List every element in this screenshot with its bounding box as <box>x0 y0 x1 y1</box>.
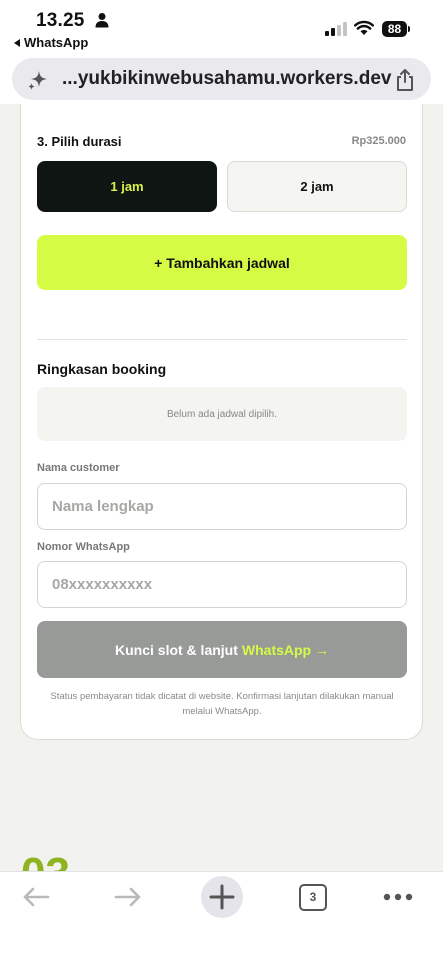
submit-accent-label: WhatsApp → <box>241 641 329 658</box>
back-to-app-link[interactable]: WhatsApp <box>14 35 88 50</box>
plus-icon <box>209 884 235 910</box>
summary-title: Ringkasan booking <box>37 361 167 377</box>
forward-arrow-icon[interactable] <box>114 886 142 908</box>
duration-1-jam-button[interactable]: 1 jam <box>37 161 217 212</box>
next-section-number: 03 <box>21 852 70 872</box>
submit-label: Kunci slot & lanjut <box>115 641 238 658</box>
new-tab-button[interactable] <box>201 876 243 918</box>
add-schedule-button[interactable]: + Tambahkan jadwal <box>37 235 407 290</box>
lock-slot-whatsapp-button[interactable]: Kunci slot & lanjut WhatsApp → <box>37 621 407 678</box>
duration-2-jam-button[interactable]: 2 jam <box>227 161 407 212</box>
whatsapp-input[interactable] <box>37 561 407 608</box>
person-icon <box>95 13 109 28</box>
battery-icon: 88 <box>382 21 410 37</box>
name-field-label: Nama customer <box>37 462 120 474</box>
payment-footnote: Status pembayaran tidak dicatat di websi… <box>50 691 394 717</box>
summary-empty-state: Belum ada jadwal dipilih. <box>37 387 407 441</box>
share-icon[interactable] <box>394 68 416 92</box>
more-icon[interactable] <box>383 893 413 901</box>
status-bar: 13.25 WhatsApp 88 <box>0 0 443 56</box>
booking-card: 3. Pilih durasi Rp325.000 1 jam 2 jam + … <box>20 104 423 740</box>
duration-section-title: 3. Pilih durasi <box>37 134 122 149</box>
divider <box>37 339 407 340</box>
url-text[interactable]: ...yukbikinwebusahamu.workers.dev <box>62 68 391 90</box>
battery-level: 88 <box>382 21 407 37</box>
tabs-icon[interactable]: 3 <box>299 884 327 911</box>
signal-icon <box>325 22 347 36</box>
address-bar[interactable]: ...yukbikinwebusahamu.workers.dev <box>12 58 431 100</box>
sparkle-icon[interactable] <box>26 68 50 92</box>
name-input[interactable] <box>37 483 407 530</box>
wifi-icon <box>354 20 374 35</box>
browser-toolbar: 3 <box>0 871 443 960</box>
back-app-label: WhatsApp <box>24 35 89 50</box>
back-arrow-icon[interactable] <box>22 886 50 908</box>
price-label: Rp325.000 <box>351 135 406 147</box>
status-time: 13.25 <box>36 10 85 31</box>
browser-address-area: ...yukbikinwebusahamu.workers.dev <box>0 56 443 104</box>
whatsapp-field-label: Nomor WhatsApp <box>37 541 130 553</box>
back-triangle-icon <box>14 38 20 47</box>
